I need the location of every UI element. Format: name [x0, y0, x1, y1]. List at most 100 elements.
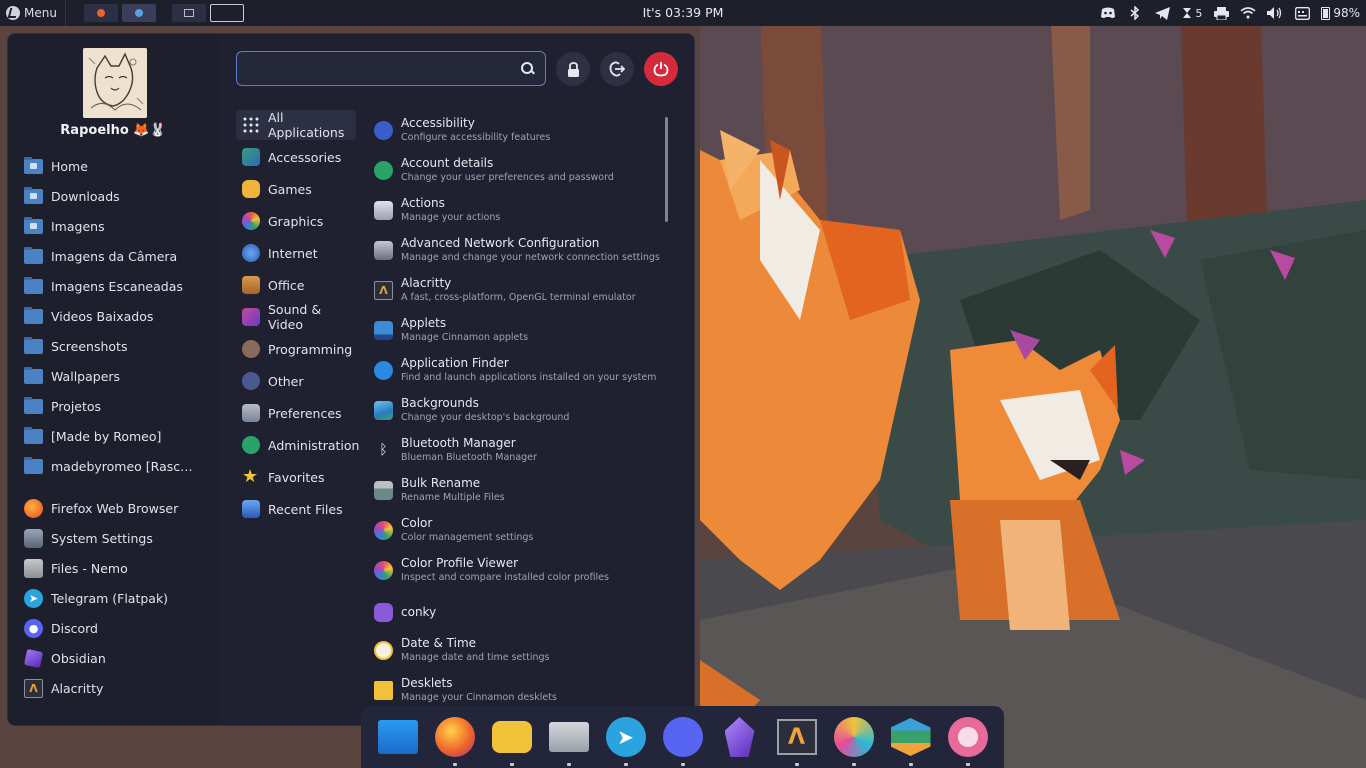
app-description: Manage and change your network connectio… [401, 252, 660, 263]
fav-firefox[interactable]: Firefox Web Browser [24, 493, 214, 523]
dock-telegram[interactable]: ➤ [605, 716, 647, 766]
dock-discord[interactable] [662, 716, 704, 766]
panel-clock[interactable]: It's 03:39 PM [643, 5, 724, 20]
app-color[interactable]: Color Color management settings [374, 512, 664, 552]
notifications-indicator[interactable]: 5 [1181, 6, 1202, 20]
fav-obsidian[interactable]: Obsidian [23, 643, 214, 673]
app-account-details[interactable]: Account details Change your user preferen… [374, 152, 664, 192]
bluetooth-icon[interactable] [1127, 6, 1143, 20]
app-name: conky [401, 604, 437, 619]
window-button-firefox[interactable] [83, 4, 118, 22]
window-button-workspace[interactable] [171, 4, 206, 22]
category-label: Games [268, 181, 312, 197]
app-description: Configure accessibility features [401, 132, 551, 143]
color-icon [374, 521, 393, 540]
fav-discord[interactable]: ● Discord [24, 613, 214, 643]
notification-count: 5 [1195, 6, 1203, 20]
app-actions[interactable]: Actions Manage your actions [374, 192, 664, 232]
dock-games[interactable] [491, 716, 533, 766]
administration-icon [242, 436, 260, 454]
place-home[interactable]: Home [24, 151, 214, 181]
category-other[interactable]: Other [236, 366, 356, 396]
category-accessories[interactable]: Accessories [236, 142, 356, 172]
place-imagens[interactable]: Imagens [24, 211, 214, 241]
desklets-icon [374, 681, 393, 700]
app-bluetooth-manager[interactable]: ᛒ Bluetooth Manager Blueman Bluetooth Mana… [374, 432, 664, 472]
krita-dock-icon [833, 717, 874, 757]
shutdown-button[interactable] [644, 52, 678, 86]
workspace-switcher[interactable] [209, 4, 244, 22]
dock-krita[interactable] [833, 716, 875, 766]
place-videos-baixados[interactable]: Videos Baixados [24, 301, 214, 331]
user-avatar[interactable] [83, 48, 147, 118]
app-color-profile-viewer[interactable]: Color Profile Viewer Inspect and compare … [374, 552, 664, 592]
place-label: Imagens [51, 218, 105, 234]
telegram-dock-icon: ➤ [605, 717, 646, 757]
category-administration[interactable]: Administration [236, 430, 359, 460]
lock-icon [567, 61, 579, 77]
category-programming[interactable]: Programming [236, 334, 356, 364]
app-advanced-network-configuration[interactable]: Advanced Network Configuration Manage and… [374, 232, 664, 272]
app-description: A fast, cross-platform, OpenGL terminal … [401, 292, 636, 303]
category-internet[interactable]: Internet [236, 238, 356, 268]
category-preferences[interactable]: Preferences [236, 398, 356, 428]
fav-label: Obsidian [51, 650, 106, 666]
dock-firefox[interactable] [434, 716, 476, 766]
volume-icon[interactable] [1267, 6, 1283, 20]
place-made-by-romeo[interactable]: [Made by Romeo] [24, 421, 214, 451]
app-bulk-rename[interactable]: Bulk Rename Rename Multiple Files [374, 472, 664, 512]
app-backgrounds[interactable]: Backgrounds Change your desktop's backgro… [374, 392, 664, 432]
place-imagens-camera[interactable]: Imagens da Câmera [24, 241, 214, 271]
wifi-icon[interactable] [1240, 6, 1256, 20]
category-sound-video[interactable]: Sound & Video [236, 302, 356, 332]
place-imagens-escaneadas[interactable]: Imagens Escaneadas [24, 271, 214, 301]
logout-button[interactable] [600, 52, 634, 86]
dock-obsidian[interactable] [719, 716, 761, 758]
application-list-scrollbar[interactable] [665, 117, 668, 222]
discord-tray-icon[interactable] [1100, 6, 1116, 20]
dock-nemo[interactable] [548, 716, 590, 766]
category-all-applications[interactable]: All Applications [236, 110, 356, 140]
place-madebyromeo-rascunho[interactable]: madebyromeo [Rascun… [24, 451, 214, 481]
window-button-app[interactable] [121, 4, 156, 22]
category-games[interactable]: Games [236, 174, 356, 204]
images-folder-icon [24, 216, 43, 234]
accessories-icon [242, 148, 260, 166]
search-input[interactable] [237, 52, 521, 85]
dock-cherry[interactable] [947, 716, 989, 766]
battery-indicator[interactable]: 98% [1321, 6, 1360, 20]
category-office[interactable]: Office [236, 270, 356, 300]
place-projetos[interactable]: Projetos [24, 391, 214, 421]
app-date-time[interactable]: Date & Time Manage date and time settings [374, 632, 664, 672]
fav-telegram[interactable]: ➤ Telegram (Flatpak) [24, 583, 214, 613]
place-wallpapers[interactable]: Wallpapers [24, 361, 214, 391]
menu-button[interactable]: Menu [0, 0, 66, 26]
app-accessibility[interactable]: Accessibility Configure accessibility fea… [374, 112, 664, 152]
app-description: Color management settings [401, 532, 534, 543]
category-favorites[interactable]: ★ Favorites [236, 462, 356, 492]
app-name: Color Profile Viewer [401, 556, 519, 570]
fav-files-nemo[interactable]: Files - Nemo [24, 553, 214, 583]
app-alacritty[interactable]: Λ Alacritty A fast, cross-platform, OpenGL… [374, 272, 664, 312]
search-box[interactable] [236, 51, 546, 86]
dock-alacritty[interactable]: Λ [776, 716, 818, 766]
place-screenshots[interactable]: Screenshots [24, 331, 214, 361]
app-applets[interactable]: Applets Manage Cinnamon applets [374, 312, 664, 352]
telegram-tray-icon[interactable] [1154, 6, 1170, 20]
app-application-finder[interactable]: Application Finder Find and launch applic… [374, 352, 664, 392]
printer-icon[interactable] [1213, 6, 1229, 20]
bulk-rename-icon [374, 481, 393, 500]
keyboard-layout-icon[interactable] [1294, 6, 1310, 20]
fav-system-settings[interactable]: System Settings [24, 523, 214, 553]
app-conky[interactable]: conky [374, 592, 664, 632]
lock-screen-button[interactable] [556, 52, 590, 86]
sound-video-icon [242, 308, 260, 326]
dock-layers[interactable] [890, 716, 932, 766]
app-name: Date & Time [401, 636, 477, 650]
dock-files[interactable] [377, 716, 419, 758]
category-recent-files[interactable]: Recent Files [236, 494, 356, 524]
place-downloads[interactable]: Downloads [24, 181, 214, 211]
category-graphics[interactable]: Graphics [236, 206, 356, 236]
fav-alacritty[interactable]: Λ Alacritty [24, 673, 214, 703]
battery-percent: 98% [1333, 6, 1360, 20]
